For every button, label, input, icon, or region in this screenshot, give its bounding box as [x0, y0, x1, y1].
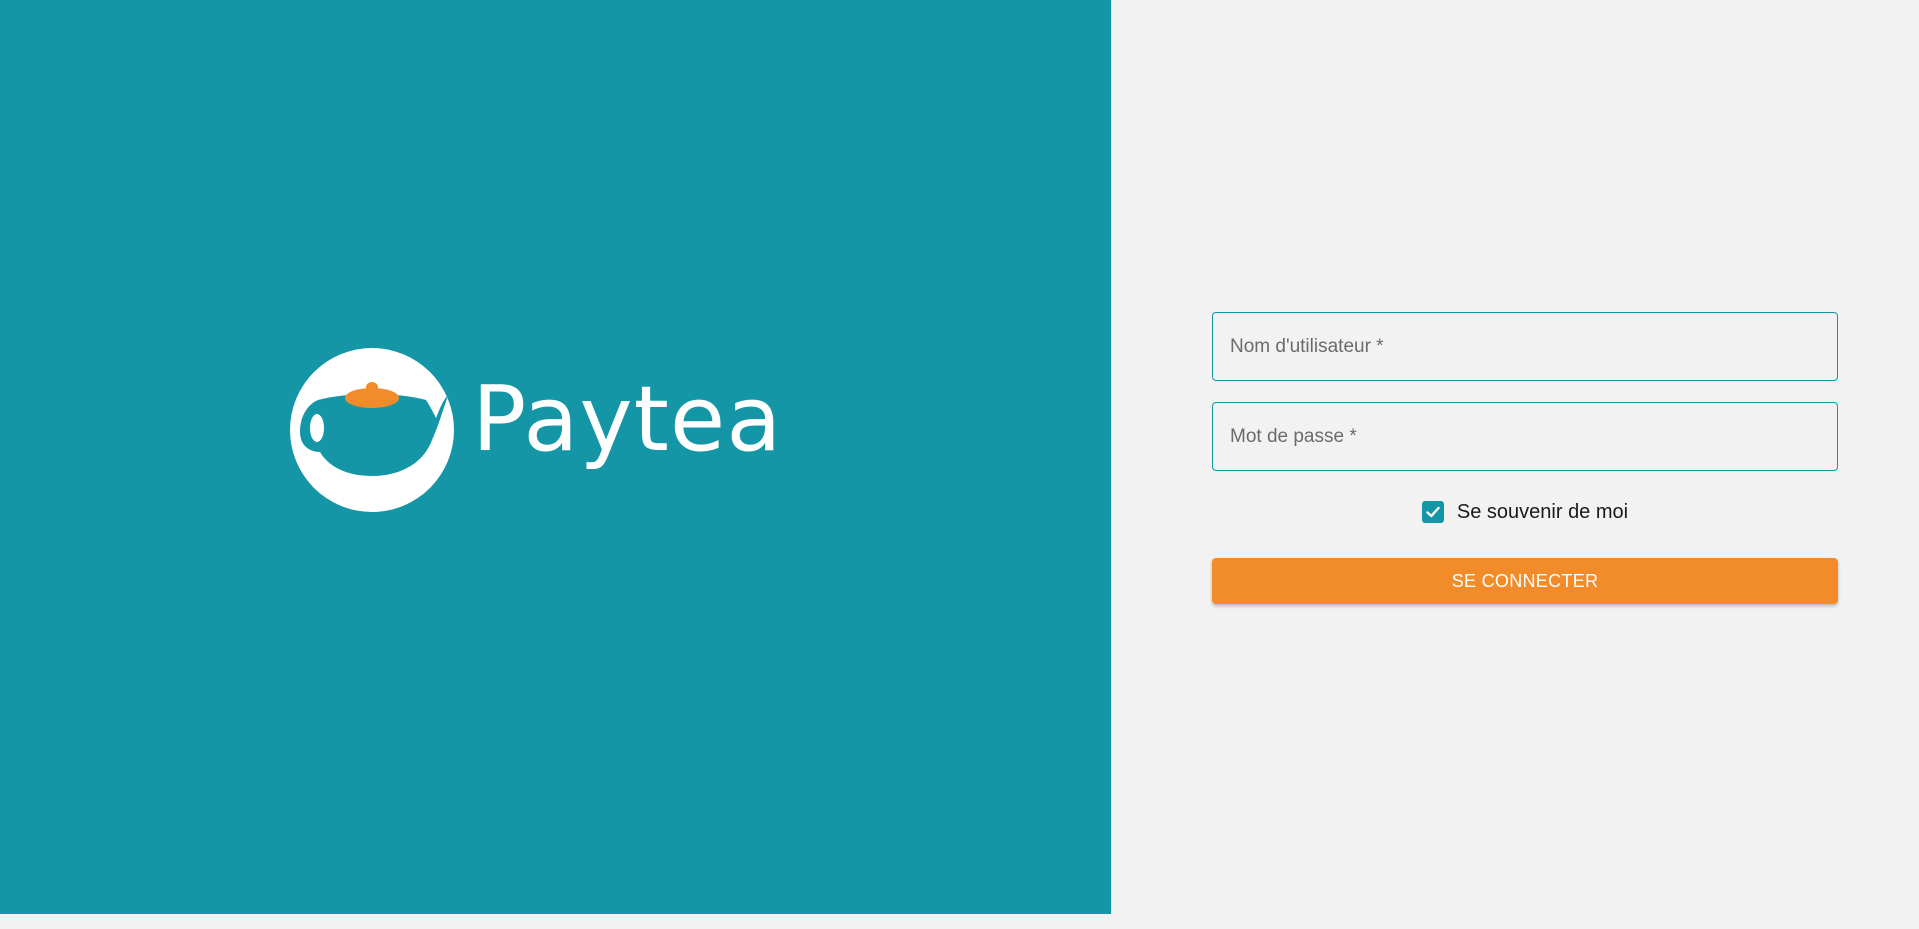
password-input[interactable] — [1213, 403, 1837, 470]
remember-me[interactable]: Se souvenir de moi — [1212, 492, 1838, 532]
username-input[interactable] — [1213, 313, 1837, 380]
login-button[interactable]: SE CONNECTER — [1212, 558, 1838, 604]
brand-wordmark: Paytea — [472, 367, 783, 472]
remember-checkbox[interactable] — [1421, 501, 1444, 523]
password-field[interactable]: Mot de passe * — [1212, 402, 1838, 471]
remember-label[interactable]: Se souvenir de moi — [1457, 501, 1628, 524]
login-form: Nom d'utilisateur * Mot de passe * Se so… — [1212, 312, 1838, 604]
checkmark-icon — [1426, 506, 1440, 518]
username-field[interactable]: Nom d'utilisateur * — [1212, 312, 1838, 381]
teapot-icon — [290, 348, 454, 512]
brand-panel: Paytea — [0, 0, 1111, 914]
paytea-logo: Paytea — [290, 348, 781, 512]
